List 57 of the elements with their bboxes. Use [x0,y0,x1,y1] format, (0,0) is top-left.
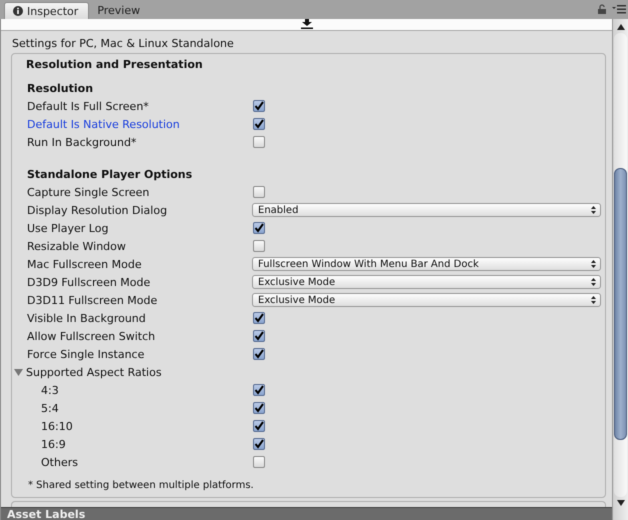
checkbox[interactable] [253,420,265,432]
foldout-arrow-icon[interactable] [14,368,23,376]
foldout-label[interactable]: Supported Aspect Ratios [26,366,162,378]
download-icon[interactable] [300,19,312,29]
setting-label: Resizable Window [26,240,127,252]
setting-label: Others [40,456,79,468]
section-title: Resolution and Presentation [26,57,204,73]
setting-label: Run In Background* [26,136,138,148]
checkbox[interactable] [253,222,265,234]
setting-label: Default Is Native Resolution [26,118,181,130]
checkbox[interactable] [253,186,265,198]
group-heading: Standalone Player Options [27,168,192,180]
checkbox[interactable] [253,348,265,360]
checkbox[interactable] [253,100,265,112]
checkbox[interactable] [253,402,265,414]
setting-label: Visible In Background [26,312,147,324]
lock-icon[interactable] [598,4,606,14]
checkbox[interactable] [253,456,265,468]
dropdown[interactable]: Fullscreen Window With Menu Bar And Dock [252,257,601,271]
tab[interactable]: Preview [89,2,170,19]
group-heading: Resolution [27,82,94,94]
checkbox[interactable] [253,330,265,342]
setting-label: Force Single Instance [26,348,146,360]
scroll-down-icon[interactable] [616,500,624,506]
checkbox[interactable] [253,312,265,324]
setting-label: Mac Fullscreen Mode [26,258,143,270]
menu-icon[interactable] [612,4,626,14]
info-icon [13,6,23,16]
setting-label: 16:9 [40,438,67,450]
checkbox[interactable] [253,118,265,130]
updown-icon [591,278,596,286]
setting-label: 4:3 [40,384,60,396]
setting-label: Capture Single Screen [26,186,150,198]
panel-header[interactable]: Asset Labels [1,507,612,520]
setting-label: D3D9 Fullscreen Mode [26,276,152,288]
updown-icon [591,260,596,268]
dropdown[interactable]: Enabled [252,203,601,217]
updown-icon [591,296,596,304]
inspector-title: Settings for PC, Mac & Linux Standalone [11,36,235,52]
scroll-up-icon[interactable] [616,24,624,30]
checkbox[interactable] [253,136,265,148]
setting-label: 5:4 [40,402,60,414]
setting-label: Allow Fullscreen Switch [26,330,156,342]
scrollbar[interactable] [612,19,628,520]
setting-label: Default Is Full Screen* [26,100,150,112]
setting-label: D3D11 Fullscreen Mode [26,294,158,306]
setting-label: Use Player Log [26,222,110,234]
checkbox[interactable] [253,384,265,396]
checkbox[interactable] [253,438,265,450]
updown-icon [591,206,596,214]
setting-label: Display Resolution Dialog [26,204,168,216]
setting-label: 16:10 [40,420,74,432]
checkbox[interactable] [253,240,265,252]
dropdown[interactable]: Exclusive Mode [252,275,601,289]
tab[interactable]: Inspector [4,2,90,19]
dropdown[interactable]: Exclusive Mode [252,293,601,307]
footnote: * Shared setting between multiple platforms. [27,479,255,491]
